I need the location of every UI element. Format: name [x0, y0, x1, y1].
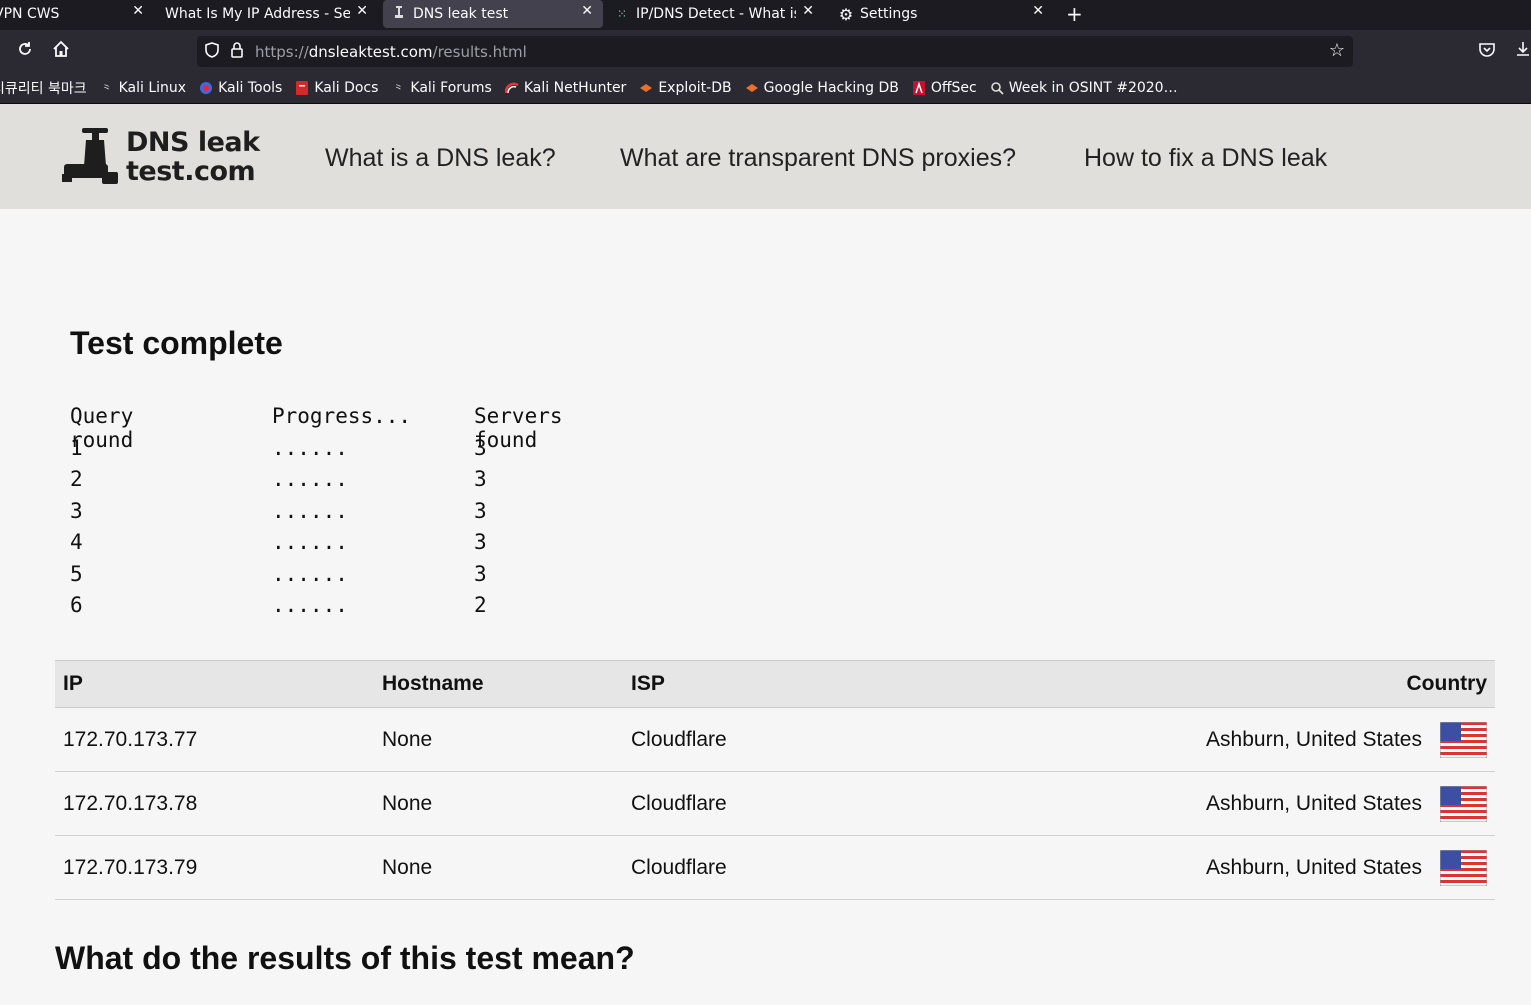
bookmark-google-hacking-db[interactable]: Google Hacking DB: [744, 80, 899, 96]
kali-dragon-icon: ⺀: [392, 81, 404, 95]
country-cell: Ashburn, United States: [923, 707, 1495, 772]
column-hostname: Hostname: [374, 660, 623, 708]
exploitdb-icon: [638, 80, 654, 96]
close-icon[interactable]: ✕: [581, 3, 593, 19]
tap-logo-icon: [62, 128, 118, 184]
tab-what-is-my-ip[interactable]: What Is My IP Address - See Y ✕: [156, 0, 374, 28]
table-header-row: IP Hostname ISP Country: [55, 660, 1495, 708]
bookmark-security-folder[interactable]: 시큐리티 북마크: [0, 78, 87, 98]
kali-tools-icon: [198, 80, 214, 96]
kali-dragon-icon: ⺀: [101, 81, 113, 95]
reload-icon[interactable]: [16, 40, 34, 63]
close-icon[interactable]: ✕: [802, 3, 814, 19]
ip-cell: 172.70.173.79: [55, 835, 374, 900]
tab-dns-leak-test[interactable]: DNS leak test ✕: [383, 0, 603, 28]
isp-cell: Cloudflare: [623, 707, 923, 772]
osint-icon: [989, 80, 1005, 96]
column-country: Country: [923, 660, 1495, 708]
nav-transparent-dns-proxies[interactable]: What are transparent DNS proxies?: [620, 144, 1016, 173]
bookmark-exploit-db[interactable]: Exploit-DB: [638, 80, 732, 96]
table-row: 172.70.173.78 None Cloudflare Ashburn, U…: [55, 771, 1495, 836]
navigation-toolbar: https://dnsleaktest.com/results.html ☆: [0, 30, 1531, 72]
bookmarks-toolbar: 시큐리티 북마크 ⺀ Kali Linux Kali Tools Kali Do…: [0, 72, 1531, 104]
gear-icon: ⚙: [838, 4, 854, 24]
bookmark-kali-tools[interactable]: Kali Tools: [198, 80, 282, 96]
results-meaning-heading: What do the results of this test mean?: [55, 940, 635, 976]
lock-icon[interactable]: [231, 41, 243, 62]
column-isp: ISP: [623, 660, 923, 708]
url-bar[interactable]: https://dnsleaktest.com/results.html ☆: [197, 36, 1353, 67]
us-flag-icon: [1440, 721, 1487, 758]
tab-ip-dns-detect[interactable]: ⁙ IP/DNS Detect - What is y ✕: [608, 0, 820, 28]
ip-cell: 172.70.173.78: [55, 771, 374, 836]
shield-icon[interactable]: [205, 41, 219, 62]
isp-cell: Cloudflare: [623, 835, 923, 900]
table-row: 172.70.173.79 None Cloudflare Ashburn, U…: [55, 835, 1495, 900]
logo-text: DNS leak test.com: [126, 127, 260, 187]
bookmark-kali-nethunter[interactable]: Kali NetHunter: [504, 80, 626, 96]
isp-cell: Cloudflare: [623, 771, 923, 836]
close-icon[interactable]: ✕: [132, 3, 144, 19]
dns-servers-table: IP Hostname ISP Country 172.70.173.77 No…: [55, 660, 1495, 900]
tab-bar: VPN CWS ✕ What Is My IP Address - See Y …: [0, 0, 1531, 30]
hostname-cell: None: [374, 707, 623, 772]
site-header: DNS leak test.com What is a DNS leak? Wh…: [0, 104, 1531, 209]
bookmark-star-icon[interactable]: ☆: [1329, 40, 1345, 61]
country-cell: Ashburn, United States: [923, 835, 1495, 900]
bookmark-kali-linux[interactable]: ⺀ Kali Linux: [99, 80, 186, 96]
country-cell: Ashburn, United States: [923, 771, 1495, 836]
nav-what-is-dns-leak[interactable]: What is a DNS leak?: [325, 144, 556, 173]
bookmark-kali-docs[interactable]: Kali Docs: [294, 80, 378, 96]
ip-cell: 172.70.173.77: [55, 707, 374, 772]
tab-settings[interactable]: ⚙ Settings ✕: [832, 0, 1050, 28]
bookmark-week-in-osint[interactable]: Week in OSINT #2020…: [989, 80, 1178, 96]
kali-docs-icon: [294, 80, 310, 96]
hostname-cell: None: [374, 835, 623, 900]
pocket-icon[interactable]: [1478, 40, 1496, 63]
table-row: 172.70.173.77 None Cloudflare Ashburn, U…: [55, 707, 1495, 772]
nethunter-icon: [504, 80, 520, 96]
offsec-icon: [911, 80, 927, 96]
hostname-cell: None: [374, 771, 623, 836]
bookmark-offsec[interactable]: OffSec: [911, 80, 977, 96]
exploitdb-icon: [744, 80, 760, 96]
tab-vpn-cws[interactable]: VPN CWS ✕: [0, 0, 150, 28]
ip-dns-detect-favicon-icon: ⁙: [616, 7, 628, 21]
us-flag-icon: [1440, 785, 1487, 822]
us-flag-icon: [1440, 849, 1487, 886]
new-tab-plus-icon[interactable]: +: [1066, 2, 1083, 26]
dns-leak-favicon-icon: [391, 5, 407, 23]
home-icon[interactable]: [52, 40, 70, 63]
close-icon[interactable]: ✕: [356, 3, 368, 19]
test-complete-heading: Test complete: [70, 325, 283, 361]
site-logo[interactable]: DNS leak test.com: [62, 124, 262, 190]
nav-how-to-fix[interactable]: How to fix a DNS leak: [1084, 144, 1327, 173]
download-icon[interactable]: [1514, 40, 1531, 63]
bookmark-kali-forums[interactable]: ⺀ Kali Forums: [390, 80, 492, 96]
close-icon[interactable]: ✕: [1032, 3, 1044, 19]
column-ip: IP: [55, 660, 374, 708]
